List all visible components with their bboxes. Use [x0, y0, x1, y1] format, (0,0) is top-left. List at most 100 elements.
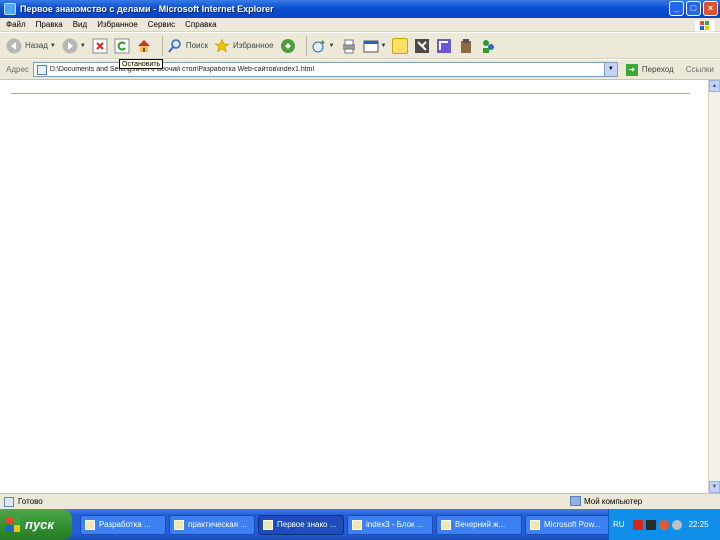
note-icon	[392, 37, 409, 54]
tools-button[interactable]	[458, 35, 474, 57]
history-dropdown-icon[interactable]: ▼	[329, 43, 335, 49]
stop-icon	[92, 38, 108, 53]
tray-network-icon[interactable]	[658, 519, 669, 530]
status-text: Готово	[18, 497, 43, 506]
address-url[interactable]: D:\Documents and Settings\ИВТ\Рабочий ст…	[50, 66, 314, 73]
taskbar: пуск Разработка ... практическая ... Пер…	[0, 509, 720, 540]
title-bar: Первое знакомство с делами - Microsoft I…	[0, 0, 720, 18]
tray-red-icon[interactable]	[632, 519, 643, 530]
task-button[interactable]: Вечерний ж...	[436, 514, 522, 535]
tools-icon	[461, 38, 472, 53]
print-button[interactable]	[341, 35, 357, 57]
back-button[interactable]: Назад ▼	[6, 35, 56, 57]
address-dropdown-icon[interactable]: ▼	[603, 63, 617, 76]
horizontal-rule	[11, 93, 690, 95]
task-buttons: Разработка ... практическая ... Первое з…	[80, 514, 614, 535]
stop-button[interactable]	[92, 35, 108, 57]
menu-file[interactable]: Файл	[6, 20, 26, 29]
search-button[interactable]: Поиск	[167, 35, 208, 57]
task-label: index3 - Блок ...	[366, 520, 424, 529]
tray-antivirus-icon[interactable]	[645, 519, 656, 530]
home-icon	[137, 39, 150, 52]
research-icon	[415, 38, 430, 53]
language-indicator[interactable]: RU	[613, 520, 625, 529]
address-bar: Адрес D:\Documents and Settings\ИВТ\Рабо…	[0, 60, 720, 80]
discuss-button[interactable]	[392, 35, 409, 57]
refresh-button[interactable]	[114, 35, 130, 57]
start-button[interactable]: пуск	[0, 509, 72, 540]
back-arrow-icon	[6, 38, 22, 53]
task-button[interactable]: Разработка ...	[80, 514, 166, 535]
media-player-icon	[437, 38, 452, 53]
forward-arrow-icon	[62, 38, 78, 53]
scroll-down-icon[interactable]: ▼	[709, 481, 720, 493]
links-button[interactable]: Ссылки	[686, 65, 714, 74]
edit-button[interactable]: ▼	[363, 35, 387, 57]
go-label: Переход	[641, 65, 674, 74]
powerpoint-icon	[530, 519, 540, 530]
media-button[interactable]	[280, 35, 296, 57]
go-button[interactable]: ➜ Переход	[625, 63, 674, 76]
menu-tools[interactable]: Сервис	[148, 20, 175, 29]
address-label: Адрес	[6, 65, 29, 74]
clock: 22:25	[688, 520, 709, 529]
tray-volume-icon[interactable]	[671, 519, 682, 530]
system-tray: RU 22:25	[608, 509, 720, 540]
home-button[interactable]	[136, 35, 152, 57]
back-dropdown-icon[interactable]: ▼	[50, 43, 56, 49]
forward-button[interactable]: ▼	[62, 35, 86, 57]
users-icon	[483, 39, 495, 53]
close-button[interactable]: ×	[703, 1, 718, 16]
zone-text: Мой компьютер	[584, 496, 643, 506]
users-button[interactable]	[480, 35, 496, 57]
maximize-button[interactable]: □	[686, 1, 701, 16]
star-icon	[214, 37, 230, 53]
page-content	[0, 80, 708, 493]
menu-edit[interactable]: Правка	[36, 20, 63, 29]
forward-dropdown-icon[interactable]: ▼	[80, 43, 86, 49]
task-label: Microsoft Pow...	[544, 520, 601, 529]
windows-logo-icon	[694, 19, 716, 32]
task-label: Разработка ...	[99, 520, 151, 529]
vertical-scrollbar[interactable]: ▲ ▼	[708, 80, 720, 493]
window-edit-icon	[363, 40, 378, 52]
page-icon	[36, 64, 47, 75]
task-label: практическая ...	[188, 520, 247, 529]
back-label: Назад	[25, 41, 48, 50]
page-status-icon	[4, 496, 14, 507]
start-label: пуск	[25, 517, 54, 532]
search-icon	[168, 38, 181, 53]
search-label: Поиск	[185, 41, 208, 50]
refresh-icon	[114, 38, 130, 53]
task-button-active[interactable]: Первое знако ...	[258, 514, 344, 535]
edit-dropdown-icon[interactable]: ▼	[381, 43, 387, 49]
document-icon	[174, 519, 184, 530]
task-button[interactable]: практическая ...	[169, 514, 255, 535]
history-button[interactable]: ▼	[311, 35, 335, 57]
minimize-button[interactable]: _	[669, 1, 684, 16]
notepad-icon	[352, 519, 362, 530]
history-icon	[312, 39, 325, 52]
media-icon	[280, 38, 295, 53]
messenger-button[interactable]	[436, 35, 452, 57]
windows-flag-icon	[6, 517, 20, 532]
menu-favorites[interactable]: Избранное	[97, 20, 138, 29]
toolbar-separator	[161, 35, 163, 56]
ie-icon	[263, 519, 273, 530]
security-zone: Мой компьютер	[570, 496, 642, 506]
word-icon	[441, 519, 451, 530]
task-label: Вечерний ж...	[455, 520, 506, 529]
favorites-label: Избранное	[233, 41, 274, 50]
window-title: Первое знакомство с делами - Microsoft I…	[20, 4, 274, 14]
task-button[interactable]: Microsoft Pow...	[525, 514, 611, 535]
scroll-up-icon[interactable]: ▲	[709, 80, 720, 92]
menu-bar: Файл Правка Вид Избранное Сервис Справка	[0, 18, 720, 32]
favorites-button[interactable]: Избранное	[214, 35, 274, 57]
folder-icon	[85, 519, 95, 530]
ie-window-icon[interactable]	[4, 3, 16, 15]
research-button[interactable]	[414, 35, 430, 57]
menu-view[interactable]: Вид	[73, 20, 87, 29]
menu-help[interactable]: Справка	[185, 20, 216, 29]
go-arrow-icon: ➜	[625, 63, 638, 76]
task-button[interactable]: index3 - Блок ...	[347, 514, 433, 535]
